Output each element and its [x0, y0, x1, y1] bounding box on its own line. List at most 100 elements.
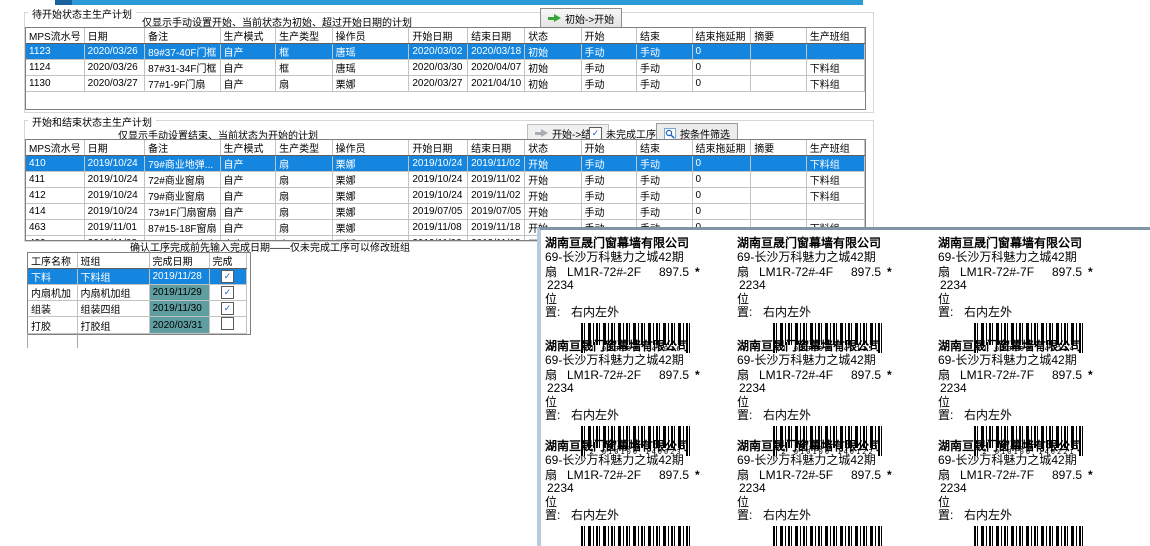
column-header[interactable]: 生产模式	[220, 28, 276, 44]
column-header[interactable]: 生产类型	[276, 28, 333, 44]
cell: 0	[692, 156, 751, 172]
column-header[interactable]: 摘要	[751, 28, 807, 44]
project-name: 69-长沙万科魅力之城42期	[737, 454, 919, 467]
column-header[interactable]: 开始日期	[409, 28, 468, 44]
column-header[interactable]: 摘要	[751, 140, 807, 156]
project-name: 69-长沙万科魅力之城42期	[938, 454, 1120, 467]
completion-date-cell[interactable]: 2020/03/31	[149, 317, 209, 334]
column-header[interactable]: 结束日期	[468, 28, 525, 44]
cell: 414	[26, 204, 84, 220]
cell: 手动	[637, 60, 693, 76]
completion-date-cell[interactable]: 2019/11/30	[149, 301, 209, 317]
cell: 手动	[581, 188, 637, 204]
table-row[interactable]: 11242020/03/2687#31-34F门框自产框唐瑶2020/03/30…	[26, 60, 865, 76]
cell: 0	[692, 60, 751, 76]
done-checkbox-cell[interactable]	[209, 317, 246, 334]
company-name: 湖南亘晟门窗幕墙有限公司	[938, 237, 1120, 250]
init-to-start-button[interactable]: 初始->开始	[540, 8, 622, 29]
cell: 栗娜	[332, 156, 409, 172]
column-header[interactable]: 生产模式	[220, 140, 276, 156]
done-checkbox-cell[interactable]: ✓	[209, 269, 246, 285]
column-header[interactable]: MPS流水号	[26, 140, 84, 156]
company-name: 湖南亘晟门窗幕墙有限公司	[737, 237, 919, 250]
cell: 自产	[220, 188, 276, 204]
completion-date-cell[interactable]: 2019/11/29	[149, 285, 209, 301]
column-header[interactable]: 操作员	[332, 140, 409, 156]
barcode-label-card: 湖南亘晟门窗幕墙有限公司 69-长沙万科魅力之城42期 扇LM1R-72#-4F…	[737, 340, 919, 436]
gray-arrow-icon	[535, 129, 548, 138]
cell: 2019/10/24	[84, 204, 144, 220]
cell: 411	[26, 172, 84, 188]
table-row[interactable]: 组装组装四组2019/11/30✓	[28, 301, 246, 317]
filter-icon	[664, 128, 676, 140]
process-grid: 工序名称班组完成日期完成 下料下料组2019/11/28✓ 内扇机加内扇机加组2…	[27, 252, 251, 335]
table-row[interactable]: 内扇机加内扇机加组2019/11/29✓	[28, 285, 246, 301]
table-row[interactable]: 11302020/03/2777#1-9F门扇自产扇栗娜2020/03/2720…	[26, 76, 865, 92]
column-header[interactable]: 状态	[525, 28, 581, 44]
cell	[751, 60, 807, 76]
header-row: MPS流水号日期备注生产模式生产类型操作员开始日期结束日期状态开始结束结束拖延期…	[26, 28, 865, 44]
column-header[interactable]: 结束	[637, 140, 693, 156]
table-row[interactable]: 4112019/10/2472#商业窗扇自产扇栗娜2019/10/242019/…	[26, 172, 865, 188]
column-header[interactable]: 日期	[84, 140, 144, 156]
table-row[interactable]: 4122019/10/2479#商业窗扇自产扇栗娜2019/10/242019/…	[26, 188, 865, 204]
column-header[interactable]: 结束	[637, 28, 693, 44]
table-row[interactable]: 4102019/10/2479#商业地弹...自产扇栗娜2019/10/2420…	[26, 156, 865, 172]
project-name: 69-长沙万科魅力之城42期	[545, 454, 727, 467]
column-header[interactable]: 生产班组	[806, 28, 864, 44]
cell: 1124	[26, 60, 84, 76]
cell: 2019/07/05	[468, 204, 525, 220]
cell: 栗娜	[332, 220, 409, 236]
position-line: 位置:右内左外	[545, 396, 727, 422]
done-checkbox-cell[interactable]: ✓	[209, 301, 246, 317]
table-row[interactable]: 下料下料组2019/11/28✓	[28, 269, 246, 285]
cell: 开始	[525, 156, 581, 172]
company-name: 湖南亘晟门窗幕墙有限公司	[545, 440, 727, 453]
column-header[interactable]: 开始	[581, 28, 637, 44]
cell: 下料组	[806, 60, 864, 76]
column-header[interactable]: 结束日期	[468, 140, 525, 156]
window-edge-strip-dark	[55, 0, 72, 5]
table-row[interactable]: 打胶打胶组2020/03/31	[28, 317, 246, 334]
table-row[interactable]: 4142019/10/2473#1F门扇窗扇自产扇栗娜2019/07/05201…	[26, 204, 865, 220]
cell: 框	[276, 44, 333, 60]
column-header[interactable]: 完成日期	[149, 253, 209, 269]
cell: 0	[692, 172, 751, 188]
checkbox-icon: ✓	[221, 302, 234, 315]
spec-line: 扇LM1R-72#-2F897.5*2234	[545, 369, 727, 395]
column-header[interactable]: MPS流水号	[26, 28, 84, 44]
column-header[interactable]: 生产类型	[276, 140, 333, 156]
column-header[interactable]: 完成	[209, 253, 246, 269]
column-header[interactable]: 生产班组	[806, 140, 864, 156]
cell: 扇	[276, 76, 333, 92]
column-header[interactable]: 备注	[145, 28, 220, 44]
cell: 2019/11/02	[468, 156, 525, 172]
position-line: 位置:右内左外	[938, 293, 1120, 319]
column-header[interactable]: 备注	[145, 140, 220, 156]
column-header[interactable]: 日期	[84, 28, 144, 44]
company-name: 湖南亘晟门窗幕墙有限公司	[938, 440, 1120, 453]
column-header[interactable]: 开始日期	[409, 140, 468, 156]
column-header[interactable]: 结束拖延期	[692, 140, 751, 156]
done-checkbox-cell[interactable]: ✓	[209, 285, 246, 301]
spec-line: 扇LM1R-72#-2F897.5*2234	[545, 469, 727, 495]
spec-line: 扇LM1R-72#-7F897.5*2234	[938, 469, 1120, 495]
project-name: 69-长沙万科魅力之城42期	[545, 354, 727, 367]
position-line: 位置:右内左外	[737, 496, 919, 522]
completion-date-cell[interactable]: 2019/11/28	[149, 269, 209, 285]
cell: 2020/03/27	[409, 76, 468, 92]
cell	[751, 204, 807, 220]
barcode: 2 010100 140030	[581, 526, 691, 546]
cell: 下料组	[806, 76, 864, 92]
column-header[interactable]: 结束拖延期	[692, 28, 751, 44]
column-header[interactable]: 操作员	[332, 28, 409, 44]
company-name: 湖南亘晟门窗幕墙有限公司	[545, 237, 727, 250]
cell: 2020/03/30	[409, 60, 468, 76]
column-header[interactable]: 工序名称	[28, 253, 77, 269]
column-header[interactable]: 状态	[525, 140, 581, 156]
table-row[interactable]: 11232020/03/2689#37-40F门框自产框唐瑶2020/03/02…	[26, 44, 865, 60]
cell: 打胶	[28, 317, 77, 334]
column-header[interactable]: 开始	[581, 140, 637, 156]
column-header[interactable]: 班组	[77, 253, 149, 269]
cell: 手动	[581, 204, 637, 220]
